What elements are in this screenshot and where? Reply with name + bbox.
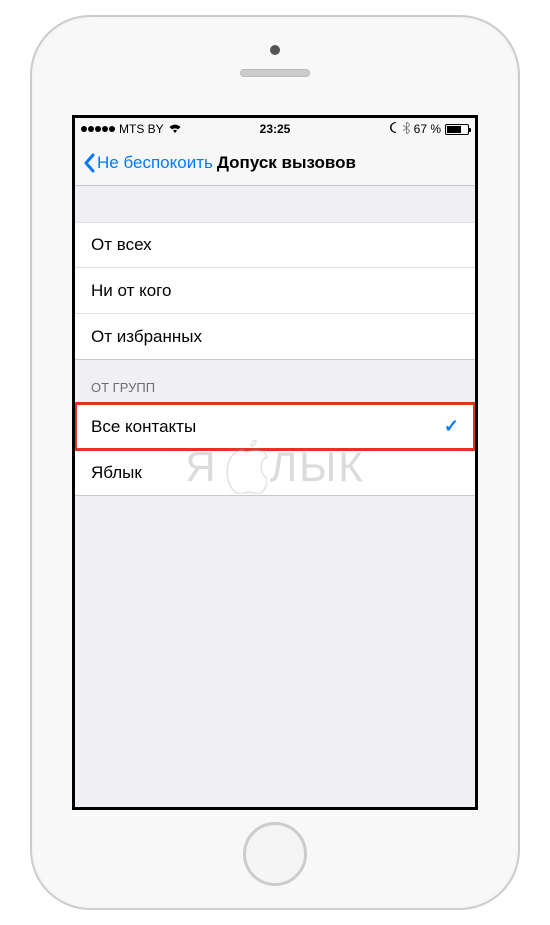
groups-section: ОТ ГРУПП Все контакты ✓ Яблык xyxy=(75,360,475,496)
option-all-contacts[interactable]: Все контакты ✓ xyxy=(75,403,475,450)
moon-icon xyxy=(388,122,399,136)
wifi-icon xyxy=(168,122,182,136)
front-camera xyxy=(270,45,280,55)
battery-icon xyxy=(445,124,469,135)
battery-percent-label: 67 % xyxy=(414,122,441,136)
chevron-back-icon xyxy=(83,153,95,173)
phone-screen: MTS BY 23:25 67 % xyxy=(72,115,478,810)
status-bar: MTS BY 23:25 67 % xyxy=(75,118,475,140)
option-yablyk[interactable]: Яблык xyxy=(75,450,475,496)
allow-calls-section: От всех Ни от кого От избранных xyxy=(75,186,475,360)
option-everyone[interactable]: От всех xyxy=(75,222,475,268)
option-label: Яблык xyxy=(91,463,142,483)
bluetooth-icon xyxy=(403,122,410,137)
nav-bar: Не беспокоить Допуск вызовов xyxy=(75,140,475,186)
phone-speaker xyxy=(240,69,310,77)
option-label: Ни от кого xyxy=(91,281,171,301)
option-no-one[interactable]: Ни от кого xyxy=(75,268,475,314)
section-header: ОТ ГРУПП xyxy=(75,360,475,403)
checkmark-icon: ✓ xyxy=(444,416,459,437)
home-button[interactable] xyxy=(243,822,307,886)
status-left: MTS BY xyxy=(81,122,182,136)
option-label: От всех xyxy=(91,235,152,255)
signal-strength-icon xyxy=(81,126,115,132)
option-label: Все контакты xyxy=(91,417,196,437)
back-button[interactable]: Не беспокоить xyxy=(83,153,213,173)
option-label: От избранных xyxy=(91,327,202,347)
nav-title: Допуск вызовов xyxy=(217,153,356,173)
status-time: 23:25 xyxy=(260,122,291,136)
option-favorites[interactable]: От избранных xyxy=(75,314,475,360)
status-right: 67 % xyxy=(388,122,469,137)
carrier-label: MTS BY xyxy=(119,122,164,136)
phone-frame: MTS BY 23:25 67 % xyxy=(30,15,520,910)
back-label: Не беспокоить xyxy=(97,153,213,173)
